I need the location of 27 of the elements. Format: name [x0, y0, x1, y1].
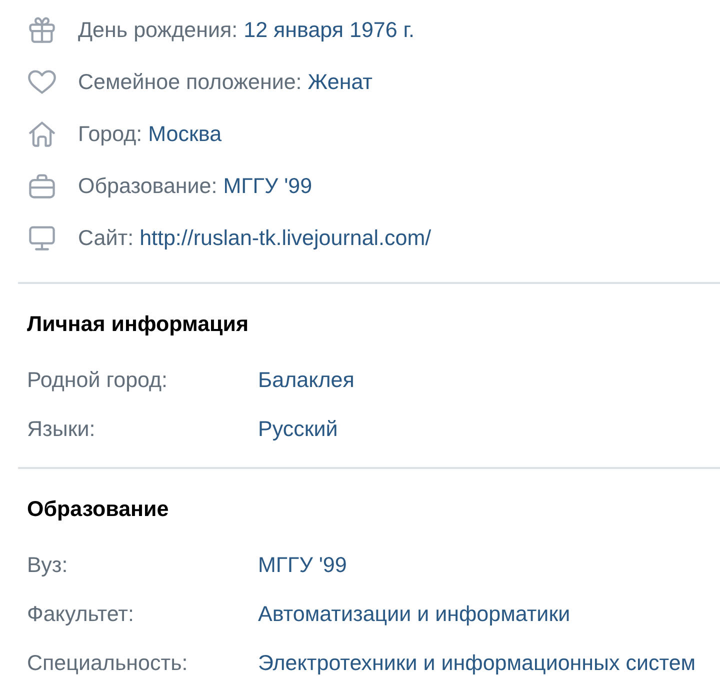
section-heading: Образование [27, 496, 169, 522]
field-label: Факультет: [27, 602, 135, 627]
info-link[interactable]: Москва [148, 122, 222, 146]
field-label: Родной город: [27, 368, 169, 393]
info-link[interactable]: МГГУ '99 [223, 174, 312, 198]
info-label: Город: [78, 122, 142, 146]
monitor-icon [27, 223, 57, 253]
field-label: Вуз: [27, 553, 69, 578]
info-label: Образование: [78, 174, 218, 198]
section-heading: Личная информация [27, 311, 249, 337]
heart-icon [27, 67, 57, 97]
info-link[interactable]: http://ruslan-tk.livejournal.com/ [140, 226, 432, 250]
info-label: Сайт: [78, 226, 134, 250]
field-label: Специальность: [27, 651, 189, 676]
briefcase-icon [27, 171, 57, 201]
info-label: День рождения: [78, 18, 238, 42]
field-label: Языки: [27, 417, 96, 442]
info-link[interactable]: 12 января 1976 г. [244, 18, 414, 42]
field-link[interactable]: Балаклея [258, 368, 354, 393]
field-link[interactable]: Автоматизации и информатики [258, 602, 570, 627]
info-link[interactable]: Женат [308, 70, 373, 94]
house-icon [27, 119, 57, 149]
field-link[interactable]: Русский [258, 417, 338, 442]
field-link[interactable]: Электротехники и информационных систем [258, 651, 696, 676]
gift-icon [27, 15, 57, 45]
field-link[interactable]: МГГУ '99 [258, 553, 347, 578]
info-label: Семейное положение: [78, 70, 302, 94]
